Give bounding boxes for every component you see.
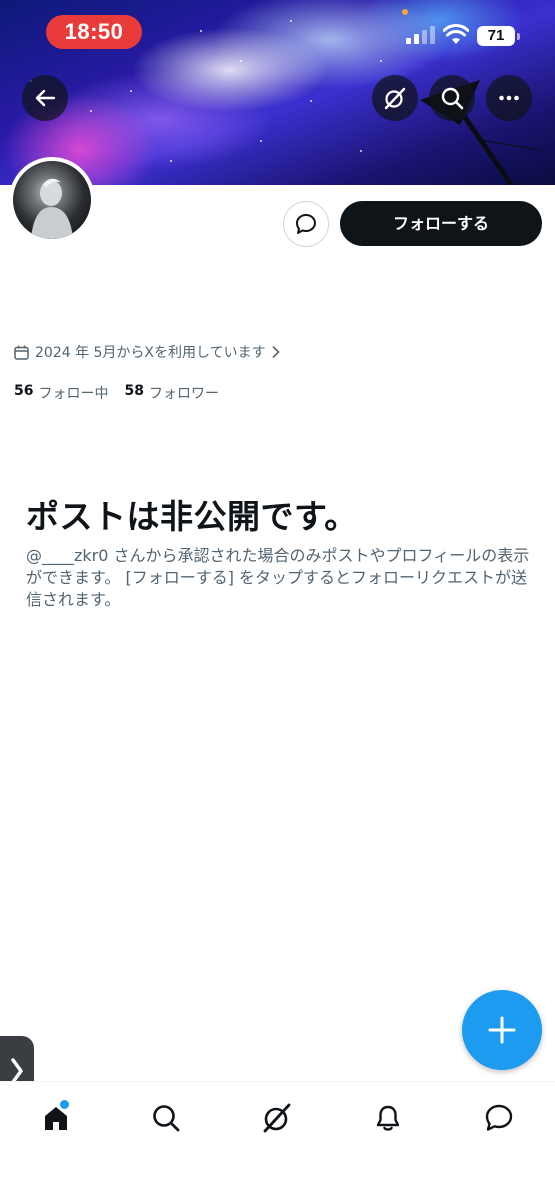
avatar[interactable] [9,157,95,243]
following-label: フォロー中 [38,386,109,402]
notifications-icon [376,1105,400,1131]
grok-button[interactable] [372,75,418,121]
message-bubble-icon [296,214,316,234]
follow-button[interactable]: フォローする [340,201,542,246]
camera-indicator-icon [402,9,408,15]
bottom-navigation [0,1081,555,1200]
grok-icon [384,87,406,110]
nav-search[interactable] [146,1098,186,1138]
compose-post-button[interactable] [462,990,542,1070]
private-description: @____zkr0 さんから承認された場合のみポストやプロフィールの表示ができま… [26,546,530,609]
nav-home[interactable] [36,1098,76,1138]
follow-stats: 56 フォロー中 58 フォロワー [14,383,235,403]
nav-notifications[interactable] [368,1098,408,1138]
cellular-signal-icon [406,26,435,44]
plus-icon [488,1016,516,1044]
more-button[interactable] [486,75,532,121]
back-button[interactable] [22,75,68,121]
home-unread-dot [60,1100,69,1109]
wifi-icon [443,24,469,44]
status-time: 18:50 [46,15,142,49]
more-icon [499,95,519,101]
search-icon [441,87,464,110]
nav-grok[interactable] [257,1098,297,1138]
chevron-right-icon [272,346,280,358]
search-button[interactable] [429,75,475,121]
nav-messages[interactable] [479,1098,519,1138]
avatar-figure [31,178,73,239]
followers-label: フォロワー [148,386,219,402]
private-title: ポストは非公開です。 [26,497,358,536]
message-button[interactable] [283,201,329,247]
calendar-icon [14,345,29,360]
grok-icon [263,1103,291,1133]
battery-icon: 71 [477,26,520,46]
back-arrow-icon [35,89,56,107]
following-count: 56 [14,383,34,399]
search-icon [153,1105,180,1132]
following-link[interactable]: 56 フォロー中 [14,383,108,403]
followers-link[interactable]: 58 フォロワー [124,383,218,403]
joined-date[interactable]: 2024 年 5月からXを利用しています [14,341,280,363]
joined-text: 2024 年 5月からXを利用しています [35,345,266,361]
messages-icon [485,1104,513,1131]
followers-count: 58 [124,383,144,399]
